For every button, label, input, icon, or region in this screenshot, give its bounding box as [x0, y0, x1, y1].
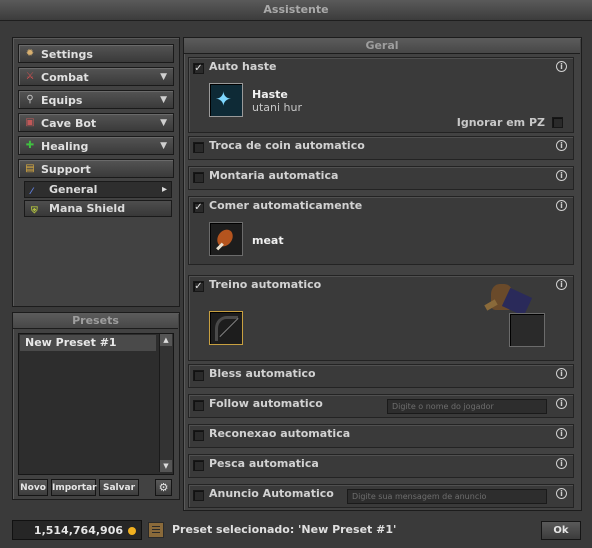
auto-reconnect-checkbox[interactable]	[193, 430, 204, 441]
presets-header: Presets	[13, 313, 178, 329]
ignore-pz-label: Ignorar em PZ	[456, 116, 545, 129]
haste-spell-icon[interactable]: ✦	[209, 83, 243, 117]
auto-eat-label: Comer automaticamente	[209, 199, 363, 212]
wand-icon: ⁄	[31, 187, 33, 197]
sidebar-item-cave-bot[interactable]: ▣ Cave Bot ▼	[18, 113, 174, 132]
auto-advert-row: Anuncio Automatico Digite sua mensagem d…	[188, 484, 574, 508]
info-icon[interactable]: i	[556, 279, 567, 290]
mount-checkbox[interactable]	[193, 172, 204, 183]
auto-bless-row: Bless automatico i	[188, 364, 574, 388]
coin-exchange-label: Troca de coin automatico	[209, 139, 365, 152]
ignore-pz-checkbox[interactable]	[552, 117, 563, 128]
info-icon[interactable]: i	[556, 61, 567, 72]
selected-preset-text: Preset selecionado: 'New Preset #1'	[172, 523, 397, 536]
equip-icon: ⚲	[26, 94, 34, 105]
sidebar-item-equips[interactable]: ⚲ Equips ▼	[18, 90, 174, 109]
auto-advert-label: Anuncio Automatico	[209, 487, 334, 500]
auto-haste-checkbox[interactable]: ✓	[193, 63, 204, 74]
chevron-down-icon: ▼	[160, 141, 167, 151]
import-preset-button[interactable]: Importar	[51, 479, 97, 496]
mount-row: Montaria automatica i	[188, 166, 574, 190]
gear-icon: ✹	[25, 48, 35, 59]
auto-train-checkbox[interactable]: ✓	[193, 281, 204, 292]
chevron-down-icon: ▼	[160, 118, 167, 128]
shield-icon: ⛨	[31, 206, 38, 216]
food-name: meat	[252, 234, 284, 247]
auto-advert-checkbox[interactable]	[193, 490, 204, 501]
assistant-window: Assistente ✹ Settings ⚔ Combat ▼ ⚲ Equip…	[0, 0, 592, 548]
auto-eat-row: ✓ Comer automaticamente i meat	[188, 196, 574, 265]
auto-bless-checkbox[interactable]	[193, 370, 204, 381]
info-icon[interactable]: i	[556, 170, 567, 181]
auto-fishing-checkbox[interactable]	[193, 460, 204, 471]
heal-icon: ✚	[25, 140, 35, 151]
map-icon: ▣	[25, 117, 35, 128]
info-icon[interactable]: i	[556, 458, 567, 469]
advert-message-input[interactable]: Digite sua mensagem de anuncio	[347, 489, 547, 504]
sidebar-subitem-mana-shield[interactable]: ⛨ Mana Shield	[24, 200, 172, 217]
auto-haste-label: Auto haste	[209, 60, 277, 73]
ok-button[interactable]: Ok	[541, 521, 581, 540]
main-header: Geral	[184, 38, 580, 54]
new-preset-button[interactable]: Novo	[18, 479, 48, 496]
auto-reconnect-row: Reconexao automatica i	[188, 424, 574, 448]
scroll-down-icon[interactable]: ▼	[160, 460, 172, 472]
info-icon[interactable]: i	[556, 140, 567, 151]
coin-exchange-checkbox[interactable]	[193, 142, 204, 153]
follow-player-input[interactable]: Digite o nome do jogador	[387, 399, 547, 414]
gold-amount: 1,514,764,906	[33, 524, 123, 537]
info-icon[interactable]: i	[556, 488, 567, 499]
gold-coin-icon	[128, 527, 136, 535]
sidebar-item-combat[interactable]: ⚔ Combat ▼	[18, 67, 174, 86]
info-icon[interactable]: i	[556, 200, 567, 211]
preset-item[interactable]: New Preset #1	[20, 335, 156, 351]
gold-display: 1,514,764,906	[12, 520, 142, 540]
settings-gear-icon[interactable]: ⚙	[155, 479, 172, 496]
coin-exchange-row: Troca de coin automatico i	[188, 136, 574, 160]
save-preset-button[interactable]: Salvar	[99, 479, 139, 496]
auto-fishing-row: Pesca automatica i	[188, 454, 574, 478]
chevron-down-icon: ▼	[160, 72, 167, 82]
spell-name: Haste	[252, 88, 288, 101]
mount-label: Montaria automatica	[209, 169, 339, 182]
preset-scroll-icon	[148, 522, 164, 538]
window-title: Assistente	[0, 0, 592, 21]
auto-eat-checkbox[interactable]: ✓	[193, 202, 204, 213]
auto-follow-row: Follow automatico Digite o nome do jogad…	[188, 394, 574, 418]
scroll-icon: ▤	[25, 163, 35, 174]
weapon-slot[interactable]	[209, 311, 243, 345]
auto-follow-checkbox[interactable]	[193, 400, 204, 411]
auto-follow-label: Follow automatico	[209, 397, 323, 410]
auto-train-label: Treino automatico	[209, 278, 322, 291]
sidebar-item-settings[interactable]: ✹ Settings	[18, 44, 174, 63]
auto-haste-row: ✓ Auto haste i ✦ Haste utani hur Ignorar…	[188, 57, 574, 133]
food-slot[interactable]	[209, 222, 243, 256]
chevron-right-icon: ▸	[161, 184, 167, 195]
presets-scrollbar[interactable]: ▲ ▼	[159, 334, 173, 472]
scroll-up-icon[interactable]: ▲	[160, 334, 172, 346]
chevron-down-icon: ▼	[160, 95, 167, 105]
auto-bless-label: Bless automatico	[209, 367, 316, 380]
presets-list[interactable]: New Preset #1 ▲ ▼	[18, 333, 174, 475]
info-icon[interactable]: i	[556, 368, 567, 379]
sidebar-subitem-general[interactable]: ⁄ General ▸	[24, 181, 172, 198]
dummy-slot[interactable]	[509, 313, 545, 347]
info-icon[interactable]: i	[556, 398, 567, 409]
sidebar-item-healing[interactable]: ✚ Healing ▼	[18, 136, 174, 155]
info-icon[interactable]: i	[556, 428, 567, 439]
sword-icon: ⚔	[25, 71, 35, 82]
sidebar-item-support[interactable]: ▤ Support	[18, 159, 174, 178]
auto-fishing-label: Pesca automatica	[209, 457, 319, 470]
auto-reconnect-label: Reconexao automatica	[209, 427, 351, 440]
spell-words: utani hur	[252, 101, 303, 114]
auto-train-row: ✓ Treino automatico i ✷	[188, 275, 574, 361]
